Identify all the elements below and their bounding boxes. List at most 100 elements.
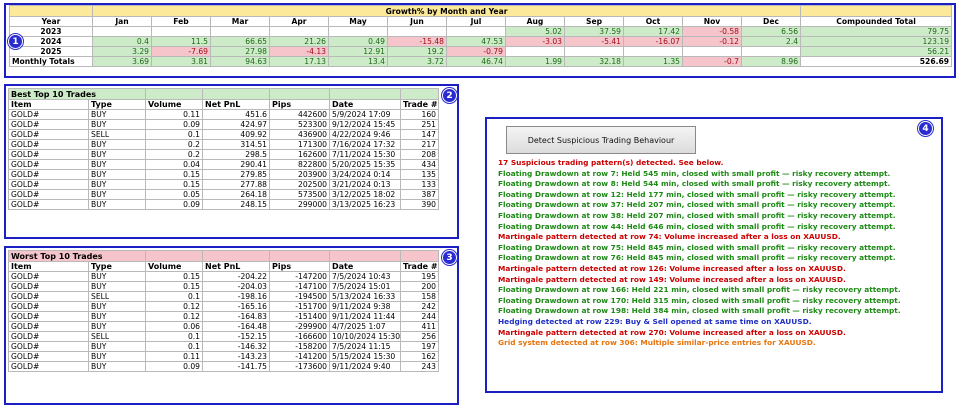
- table-cell: BUY: [87, 311, 147, 322]
- worst-trades-table: Worst Top 10 Trades Item Type Volume Net PnL…: [7, 250, 440, 372]
- table-cell: 822800: [269, 159, 330, 170]
- table-cell: -143.23: [202, 351, 271, 362]
- growth-value-cell: 3.29: [92, 46, 152, 57]
- table-cell: 171300: [269, 139, 330, 150]
- growth-value-cell: 0.4: [92, 36, 152, 47]
- table-cell: GOLD#: [8, 351, 89, 362]
- table-cell: -151700: [269, 301, 331, 312]
- growth-value-cell: -0.12: [682, 36, 742, 47]
- grand-total-cell: 526.69: [800, 56, 953, 67]
- table-cell: -152.15: [202, 331, 271, 342]
- monthly-total-cell: 94.63: [210, 56, 270, 67]
- growth-value-cell: [505, 46, 565, 57]
- table-cell: -198.16: [202, 291, 271, 302]
- table-row: GOLD# BUY 0.15 279.85 203900 3/24/2024 0:14 13…: [8, 169, 439, 180]
- table-cell: BUY: [88, 149, 146, 160]
- table-cell: 5/20/2025 15:35: [329, 159, 401, 170]
- table-cell: BUY: [87, 361, 147, 372]
- table-row: GOLD# BUY 0.2 298.5 162600 7/11/2024 15:30 208: [8, 149, 439, 160]
- table-cell: 0.2: [145, 139, 203, 150]
- table-cell: GOLD#: [8, 281, 89, 292]
- best-trades-panel: Best Top 10 Trades Item Type Volume Net PnL P…: [4, 84, 459, 239]
- table-cell: 0.1: [145, 291, 204, 302]
- month-header: Mar: [210, 16, 270, 27]
- blank-cell: [145, 250, 204, 262]
- year-cell: 2025: [9, 46, 93, 57]
- table-cell: 242: [400, 301, 440, 312]
- blank-cell: [400, 88, 439, 100]
- best-header-row: Item Type Volume Net PnL Pips Date Trade #: [8, 99, 439, 110]
- growth-value-cell: [446, 26, 506, 37]
- compounded-header: Compounded Total: [800, 16, 953, 27]
- suspicious-result-line: Hedging detected at row 229: Buy & Sell …: [498, 316, 812, 326]
- table-cell: 424.97: [202, 119, 270, 130]
- table-cell: 290.41: [202, 159, 270, 170]
- table-cell: 390: [400, 199, 439, 210]
- growth-value-cell: [269, 26, 329, 37]
- growth-value-cell: -7.69: [151, 46, 211, 57]
- table-cell: -173600: [269, 361, 331, 372]
- best-trades-title: Best Top 10 Trades: [8, 88, 146, 100]
- table-row: GOLD# SELL 0.1 -198.16 -194500 5/13/2024 16:3…: [8, 291, 440, 302]
- table-cell: -166600: [269, 331, 331, 342]
- table-cell: 573500: [269, 189, 330, 200]
- table-cell: 248.15: [202, 199, 270, 210]
- table-cell: 279.85: [202, 169, 270, 180]
- worst-trades-title: Worst Top 10 Trades: [7, 250, 147, 262]
- table-cell: GOLD#: [8, 301, 89, 312]
- blank-cell: [269, 250, 331, 262]
- suspicious-result-line: Floating Drawdown at row 12: Held 177 mi…: [498, 189, 896, 199]
- monthly-total-cell: 32.18: [564, 56, 624, 67]
- growth-value-cell: -5.41: [564, 36, 624, 47]
- section-badge-4: 4: [918, 121, 933, 136]
- growth-value-cell: 12.91: [328, 46, 388, 57]
- growth-value-cell: 0.49: [328, 36, 388, 47]
- growth-year-row: 2024 0.4 11.5 66.65 21.26 0.49 -15.48 47.53 -3.0…: [9, 36, 953, 47]
- table-cell: GOLD#: [8, 291, 89, 302]
- table-cell: 298.5: [202, 149, 270, 160]
- table-cell: BUY: [87, 271, 147, 282]
- suspicious-result-line: Martingale pattern detected at row 149: …: [498, 274, 846, 284]
- suspicious-result-line: Floating Drawdown at row 198: Held 384 m…: [498, 306, 901, 316]
- table-cell: 7/11/2024 15:30: [329, 149, 401, 160]
- suspicious-result-line: Floating Drawdown at row 38: Held 207 mi…: [498, 210, 896, 220]
- table-cell: -164.48: [202, 321, 271, 332]
- table-cell: 314.51: [202, 139, 270, 150]
- table-cell: 203900: [269, 169, 330, 180]
- table-cell: BUY: [88, 199, 146, 210]
- monthly-total-cell: 46.74: [446, 56, 506, 67]
- month-header: Jun: [387, 16, 447, 27]
- blank-cell: [202, 250, 271, 262]
- month-header: Aug: [505, 16, 565, 27]
- table-cell: BUY: [87, 321, 147, 332]
- table-cell: 3/13/2025 16:23: [329, 199, 401, 210]
- growth-value-cell: -4.13: [269, 46, 329, 57]
- table-row: GOLD# BUY 0.12 -165.16 -151700 9/11/2024 9:38…: [8, 301, 440, 312]
- table-cell: 0.05: [145, 189, 203, 200]
- table-cell: 434: [400, 159, 439, 170]
- table-cell: GOLD#: [8, 169, 89, 180]
- column-header: Trade #: [400, 99, 439, 110]
- column-header: Type: [87, 261, 147, 272]
- growth-value-cell: [92, 26, 152, 37]
- table-cell: 200: [400, 281, 440, 292]
- worst-trades-panel: Worst Top 10 Trades Item Type Volume Net PnL…: [4, 246, 459, 405]
- table-cell: 0.11: [145, 109, 203, 120]
- table-cell: 0.11: [145, 351, 204, 362]
- detect-suspicious-button[interactable]: Detect Suspicious Trading Behaviour: [506, 126, 696, 154]
- growth-value-cell: [328, 26, 388, 37]
- growth-title: Growth% by Month and Year: [91, 5, 802, 17]
- column-header: Volume: [145, 99, 203, 110]
- column-header: Net PnL: [202, 99, 270, 110]
- growth-value-cell: 27.98: [210, 46, 270, 57]
- month-header: Feb: [151, 16, 211, 27]
- table-cell: 195: [400, 271, 440, 282]
- blank-cell: [269, 88, 330, 100]
- table-cell: 7/5/2024 11:15: [329, 341, 402, 352]
- table-cell: BUY: [88, 139, 146, 150]
- table-cell: 9/11/2024 9:40: [329, 361, 402, 372]
- table-cell: 4/22/2024 9:46: [329, 129, 401, 140]
- table-cell: 0.04: [145, 159, 203, 170]
- worst-title-row: Worst Top 10 Trades: [7, 250, 440, 262]
- table-cell: 0.1: [145, 129, 203, 140]
